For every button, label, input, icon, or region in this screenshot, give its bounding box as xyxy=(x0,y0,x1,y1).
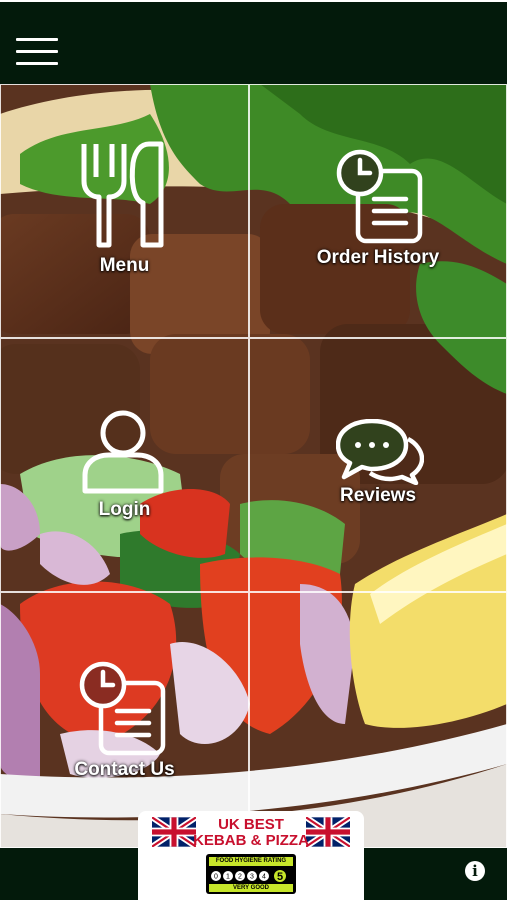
hamburger-icon[interactable] xyxy=(16,38,58,66)
badge-title-line2: KEBAB & PIZZA xyxy=(193,832,309,849)
rating-value: 5 xyxy=(277,871,283,882)
speech-bubbles-icon xyxy=(336,419,424,485)
fork-knife-icon xyxy=(81,141,164,248)
contact-us-label: Contact Us xyxy=(74,759,175,780)
empty-tile xyxy=(249,592,507,848)
order-history-tile[interactable]: Order History xyxy=(249,84,507,338)
reviews-label: Reviews xyxy=(339,485,417,506)
top-app-bar xyxy=(0,0,507,84)
rating-scale-2: 2 xyxy=(238,874,242,881)
rating-scale-1: 1 xyxy=(226,874,230,881)
reviews-tile[interactable]: Reviews xyxy=(249,338,507,592)
uk-best-kebab-badge[interactable]: UK BEST KEBAB & PIZZA FOOD HYGIENE RATIN… xyxy=(138,811,364,900)
order-history-label: Order History xyxy=(316,247,440,268)
rating-scale-0: 0 xyxy=(214,874,218,881)
user-icon xyxy=(82,410,164,494)
info-icon[interactable]: i xyxy=(465,861,485,881)
rating-scale-3: 3 xyxy=(250,874,254,881)
clock-document-icon xyxy=(336,149,423,244)
rating-scale: 0 1 2 3 4 5 xyxy=(211,870,286,882)
login-label: Login xyxy=(98,499,151,520)
rating-text: VERY GOOD xyxy=(209,884,293,892)
contact-us-tile[interactable]: Contact Us xyxy=(0,592,249,848)
rating-header: FOOD HYGIENE RATING xyxy=(209,857,293,866)
menu-label: Menu xyxy=(99,255,150,276)
clock-document-icon xyxy=(79,661,166,756)
badge-title: UK BEST KEBAB & PIZZA xyxy=(182,817,320,849)
food-hygiene-rating: FOOD HYGIENE RATING 0 1 2 3 4 5 VERY GOO… xyxy=(206,854,296,894)
badge-title-line1: UK BEST xyxy=(218,816,284,833)
menu-tile[interactable]: Menu xyxy=(0,84,249,338)
rating-scale-4: 4 xyxy=(262,874,266,881)
login-tile[interactable]: Login xyxy=(0,338,249,592)
